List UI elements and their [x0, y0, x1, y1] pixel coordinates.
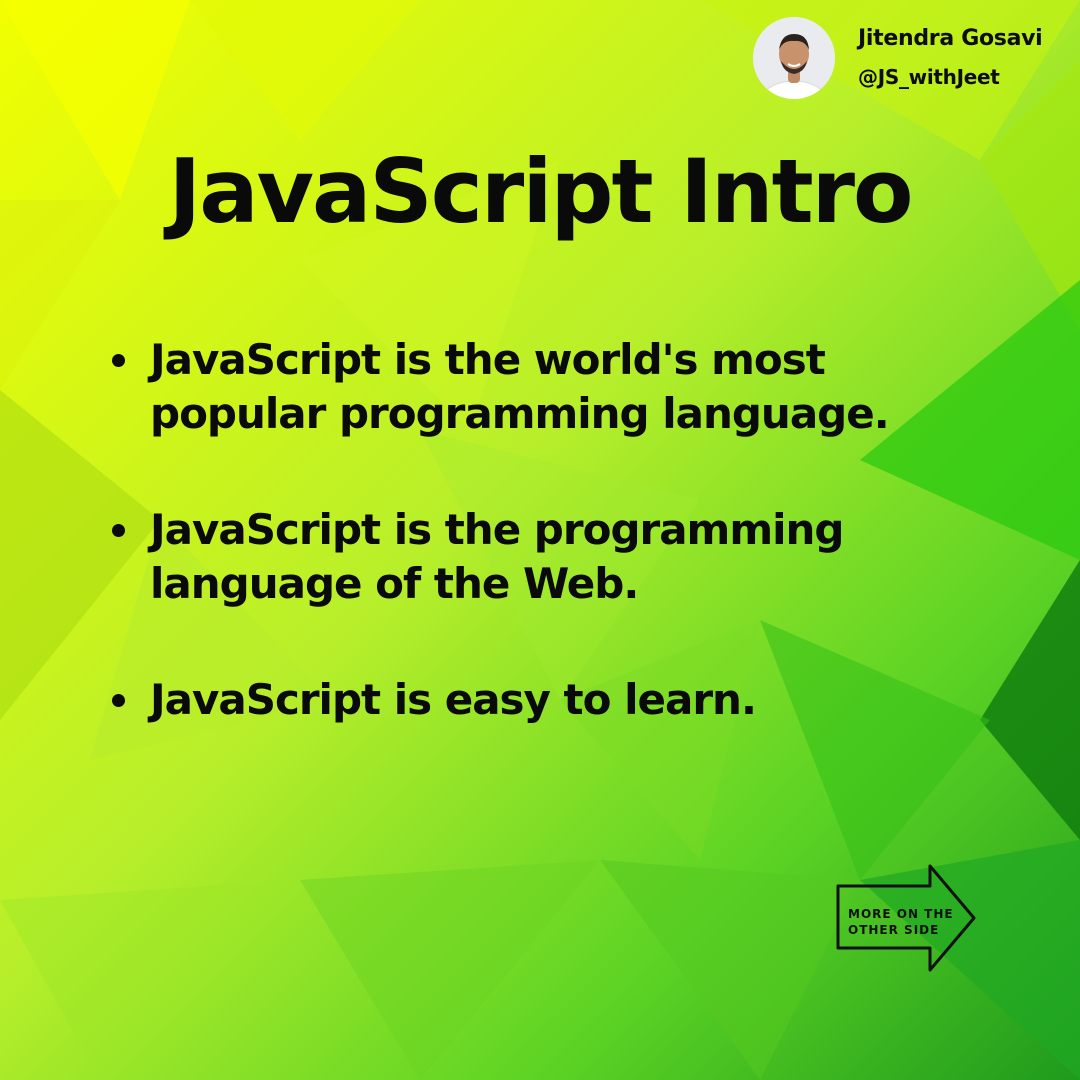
bullet-dot-icon	[112, 694, 125, 707]
next-slide-button[interactable]: MORE ON THE OTHER SIDE	[834, 862, 982, 974]
bullet-text: JavaScript is easy to learn.	[150, 675, 757, 724]
slide-title: JavaScript Intro	[168, 140, 914, 243]
author-avatar	[753, 17, 835, 99]
bullet-item: JavaScript is the world's most popular p…	[108, 333, 1008, 441]
bullet-item: JavaScript is easy to learn.	[108, 673, 1008, 727]
author-name: Jitendra Gosavi	[858, 26, 1043, 51]
bullet-text: JavaScript is the programming language o…	[150, 505, 844, 608]
next-slide-label-line1: MORE ON THE	[848, 907, 954, 921]
bullet-text: JavaScript is the world's most popular p…	[150, 335, 890, 438]
profile-photo-icon	[753, 17, 835, 99]
bullet-dot-icon	[112, 354, 125, 367]
bullet-item: JavaScript is the programming language o…	[108, 503, 1008, 611]
bullet-dot-icon	[112, 524, 125, 537]
author-handle: @JS_withJeet	[858, 65, 1000, 89]
next-slide-label-line2: OTHER SIDE	[848, 923, 940, 937]
bullet-list: JavaScript is the world's most popular p…	[108, 333, 1008, 789]
